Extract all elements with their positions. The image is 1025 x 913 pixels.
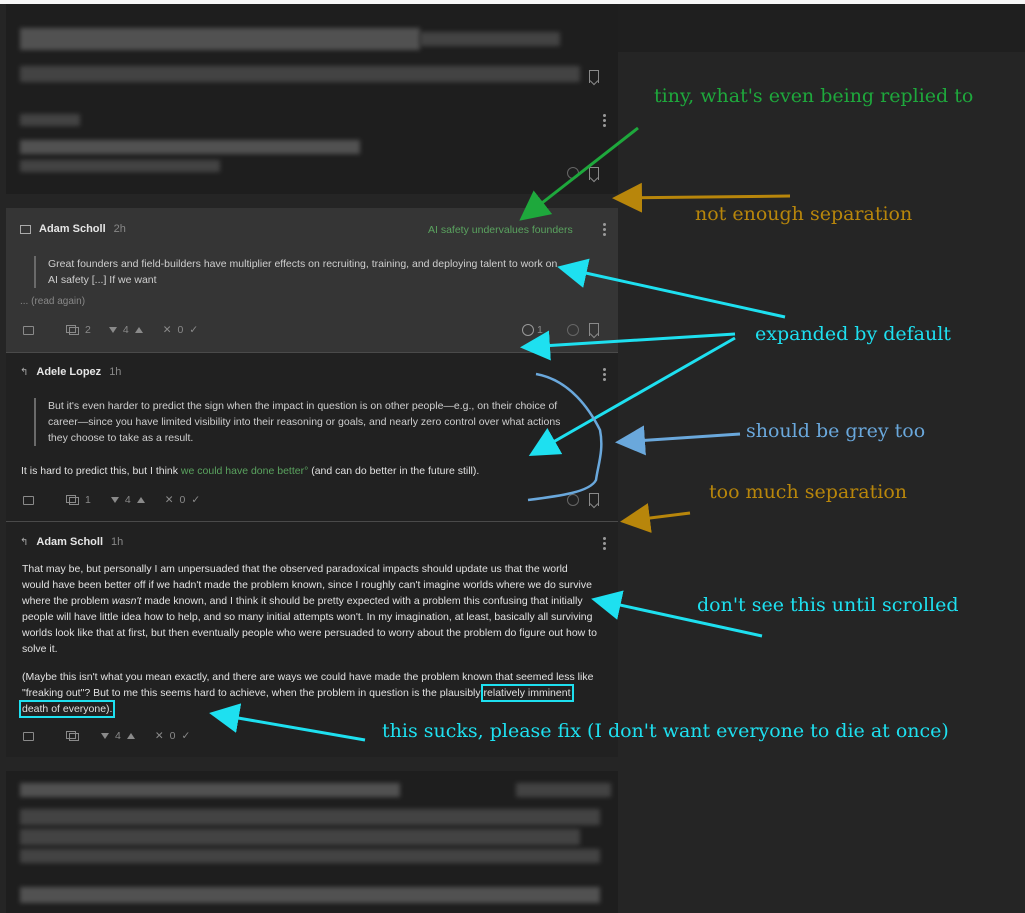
- arrow: [520, 330, 736, 361]
- annotation-arrows: [209, 126, 791, 742]
- arrow: [557, 258, 786, 319]
- arrow: [615, 425, 741, 456]
- annotation-label: this sucks, please fix (I don't want eve…: [382, 720, 949, 742]
- annotation-label: too much separation: [709, 481, 908, 503]
- annotation-label: not enough separation: [695, 203, 913, 225]
- arrow: [519, 126, 639, 221]
- arrow: [620, 503, 691, 533]
- annotation-label: tiny, what's even being replied to: [654, 85, 974, 107]
- annotation-label: don't see this until scrolled: [697, 594, 959, 616]
- annotation-label: expanded by default: [755, 323, 951, 345]
- arrow: [209, 703, 366, 742]
- annotation-label: should be grey too: [746, 420, 926, 442]
- arrow: [612, 182, 791, 213]
